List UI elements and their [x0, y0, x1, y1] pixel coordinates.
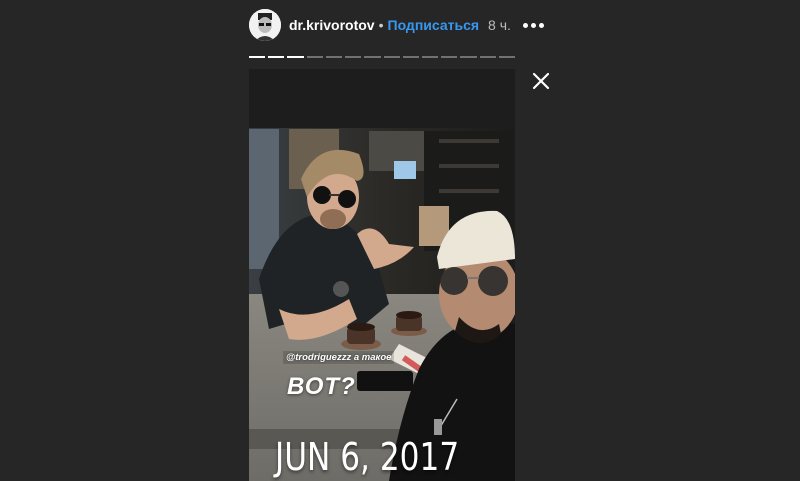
story-media[interactable]: @trodriguezzz а такое ВОТ? JUN 6, 2017: [249, 69, 515, 481]
story-top-letterbox: [249, 69, 515, 128]
date-stamp: JUN 6, 2017: [275, 435, 460, 479]
progress-segment: [441, 56, 458, 58]
progress-segment: [460, 56, 477, 58]
story-text-sticker: ВОТ?: [287, 373, 356, 400]
progress-segment: [345, 56, 362, 58]
progress-segment: [325, 56, 343, 58]
timestamp: 8 ч.: [488, 17, 511, 33]
story-progress-bar: [249, 56, 516, 58]
progress-segment: [306, 56, 323, 58]
progress-segment: [498, 56, 516, 58]
avatar[interactable]: [249, 9, 281, 41]
progress-segment: [383, 56, 400, 58]
progress-segment: [287, 56, 304, 58]
progress-segment: [268, 56, 285, 58]
story-photo: [249, 128, 515, 481]
follow-button[interactable]: Подписаться: [388, 17, 480, 33]
progress-segment: [249, 56, 266, 58]
mention-tag[interactable]: @trodriguezzz а такое: [283, 351, 395, 364]
progress-segment: [402, 56, 419, 58]
story-header: dr.krivorotov • Подписаться 8 ч.: [249, 8, 549, 42]
close-icon[interactable]: [531, 71, 551, 91]
progress-segment: [364, 56, 381, 58]
separator: •: [378, 17, 384, 33]
username[interactable]: dr.krivorotov: [289, 17, 375, 33]
more-dots-icon[interactable]: [522, 22, 544, 28]
progress-segment: [421, 56, 439, 58]
progress-segment: [479, 56, 496, 58]
